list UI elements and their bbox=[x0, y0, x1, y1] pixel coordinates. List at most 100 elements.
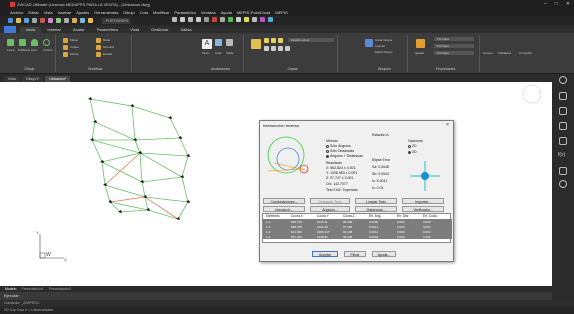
menu-item-10[interactable]: Paramétrico bbox=[174, 10, 196, 15]
save-as-icon[interactable] bbox=[32, 18, 37, 23]
table-row[interactable]: 1-3 601.406 1009.447 96.448 0.0014 0.000 0.002 bbox=[263, 229, 452, 234]
menu-item-3[interactable]: Vista bbox=[44, 10, 53, 15]
sc-icon[interactable] bbox=[268, 17, 273, 22]
layer-lock-icon[interactable] bbox=[278, 38, 283, 43]
open-icon[interactable] bbox=[16, 18, 21, 23]
redo-icon[interactable] bbox=[56, 18, 61, 23]
verifier-button[interactable]: Verificador... bbox=[402, 206, 444, 212]
layer-on-icon[interactable] bbox=[264, 38, 269, 43]
block-label-1[interactable]: Crear bloque bbox=[375, 38, 392, 42]
save-icon[interactable] bbox=[24, 18, 29, 23]
layer-tool-icon-4[interactable] bbox=[285, 46, 290, 51]
accept-button[interactable]: Aceptar bbox=[312, 251, 338, 257]
angles-button[interactable]: Ángulos... bbox=[310, 206, 350, 212]
menu-item-9[interactable]: Modificar bbox=[153, 10, 169, 15]
layout-tab-1[interactable]: Modelo bbox=[5, 287, 16, 291]
circle-tool-icon[interactable] bbox=[43, 39, 50, 46]
selection-icon[interactable] bbox=[244, 17, 249, 22]
layer-freeze-icon[interactable] bbox=[271, 38, 276, 43]
layer-prev-icon[interactable] bbox=[80, 18, 85, 23]
tool-palette-icon[interactable] bbox=[559, 137, 567, 145]
layer-properties-icon[interactable] bbox=[251, 39, 261, 49]
modify-label-5[interactable]: Estirar bbox=[70, 52, 79, 56]
properties-panel-icon[interactable] bbox=[559, 92, 567, 100]
undo-icon[interactable] bbox=[48, 18, 53, 23]
polyline-tool-icon[interactable] bbox=[19, 39, 26, 46]
file-tab-2[interactable]: Dibujo1* bbox=[22, 75, 44, 82]
modify-label-2[interactable]: Rotar bbox=[103, 38, 110, 42]
linetype-dropdown[interactable]: PorCapa bbox=[434, 44, 474, 48]
layer-tool-icon-3[interactable] bbox=[278, 46, 283, 51]
polar-icon[interactable] bbox=[212, 17, 217, 22]
layer-state-icon[interactable] bbox=[88, 18, 93, 23]
combinations-button[interactable]: Combinaciones... bbox=[263, 198, 305, 204]
groups-button[interactable]: Grupos bbox=[483, 51, 493, 55]
menu-item-6[interactable]: Herramientas bbox=[94, 10, 118, 15]
menu-item-14[interactable]: MEPIS bbox=[275, 10, 287, 15]
stretch-icon[interactable] bbox=[63, 52, 68, 57]
menu-item-12[interactable]: Ayuda bbox=[221, 10, 232, 15]
menu-item-5[interactable]: Ajustes bbox=[76, 10, 89, 15]
menu-item-1[interactable]: Archivo bbox=[10, 10, 23, 15]
calculator-icon[interactable] bbox=[559, 167, 567, 175]
scale-icon[interactable] bbox=[96, 52, 101, 57]
dimension-icon[interactable] bbox=[215, 39, 222, 46]
pencil-icon[interactable] bbox=[172, 17, 177, 22]
insert-block-icon[interactable] bbox=[365, 39, 373, 47]
maximize-icon[interactable]: □ bbox=[555, 1, 558, 7]
navigation-icon[interactable] bbox=[559, 76, 567, 84]
enter-button[interactable]: Introducir... bbox=[263, 206, 305, 212]
match-properties-icon[interactable] bbox=[416, 39, 425, 48]
copy-icon[interactable] bbox=[63, 45, 68, 50]
design-center-icon[interactable] bbox=[559, 122, 567, 130]
dialog-close-icon[interactable]: × bbox=[446, 122, 449, 128]
layer-dropdown[interactable]: Estado actual bbox=[288, 38, 334, 42]
clear-all-button[interactable]: Limpiar Todo bbox=[355, 198, 397, 204]
block-label-3[interactable]: Editar bloque bbox=[375, 50, 393, 54]
grid-icon[interactable] bbox=[196, 17, 201, 22]
share-button[interactable]: Compartir bbox=[519, 51, 532, 55]
text-tool-icon[interactable]: A bbox=[202, 39, 212, 49]
command-line[interactable]: Ejecutar: bbox=[0, 292, 552, 300]
menu-item-8[interactable]: Cota bbox=[140, 10, 148, 15]
formula-icon[interactable]: f(x) bbox=[558, 152, 566, 160]
method-radio-2[interactable]: Sólo Distancias bbox=[326, 149, 354, 153]
file-tab-3[interactable]: Ubicacion* bbox=[45, 75, 71, 82]
utilities-button[interactable]: Utilidades bbox=[498, 51, 511, 55]
method-radio-3[interactable]: Ángulos + Distancias bbox=[326, 154, 363, 158]
settings-icon[interactable] bbox=[559, 180, 567, 188]
block-label-2[interactable]: Insertar bbox=[375, 44, 385, 48]
method-radio-1[interactable]: Sólo Ángulos bbox=[326, 144, 351, 148]
menu-item-11[interactable]: Ventana bbox=[201, 10, 216, 15]
ortho-icon[interactable] bbox=[204, 17, 209, 22]
modify-label-1[interactable]: Mover bbox=[70, 38, 78, 42]
option-3d[interactable]: 3D bbox=[408, 150, 416, 154]
rotate-icon[interactable] bbox=[96, 38, 101, 43]
layer-tool-icon-2[interactable] bbox=[271, 46, 276, 51]
close-icon[interactable]: ✕ bbox=[566, 1, 570, 7]
print-icon[interactable] bbox=[40, 18, 45, 23]
file-tab-1[interactable]: Inicio bbox=[4, 75, 21, 82]
osnap-icon[interactable] bbox=[220, 17, 225, 22]
line-tool-icon[interactable] bbox=[7, 39, 14, 46]
layout-tab-3[interactable]: Presentación2 bbox=[49, 287, 71, 291]
distances-button[interactable]: Distancias... bbox=[355, 206, 397, 212]
table-row[interactable]: 1-2 598.708 1021.60 97.950 0.0014 0.000 0.004 bbox=[263, 224, 452, 229]
option-2d[interactable]: 2D bbox=[408, 144, 416, 148]
arrow-icon[interactable] bbox=[180, 17, 185, 22]
table-icon[interactable] bbox=[226, 39, 233, 46]
app-menu-icon[interactable] bbox=[4, 26, 16, 33]
layer-tool-icon-1[interactable] bbox=[264, 46, 269, 51]
dyn-icon[interactable] bbox=[252, 17, 257, 22]
lineweight-icon[interactable] bbox=[236, 17, 241, 22]
help-button[interactable]: Ayuda... bbox=[372, 251, 396, 257]
menu-item-2[interactable]: Editar bbox=[28, 10, 38, 15]
mirror-icon[interactable] bbox=[96, 45, 101, 50]
layout-tab-2[interactable]: Presentación1 bbox=[21, 287, 43, 291]
color-dropdown[interactable]: PorCapa bbox=[434, 37, 474, 41]
layer-icon[interactable] bbox=[72, 18, 77, 23]
table-row[interactable]: 1-1 596.715 1016.11 98.480 0.0000 0.000 0.009 bbox=[263, 219, 452, 224]
arc-tool-icon[interactable] bbox=[31, 39, 38, 46]
modify-label-6[interactable]: Escala bbox=[103, 52, 112, 56]
match-icon[interactable] bbox=[64, 18, 69, 23]
